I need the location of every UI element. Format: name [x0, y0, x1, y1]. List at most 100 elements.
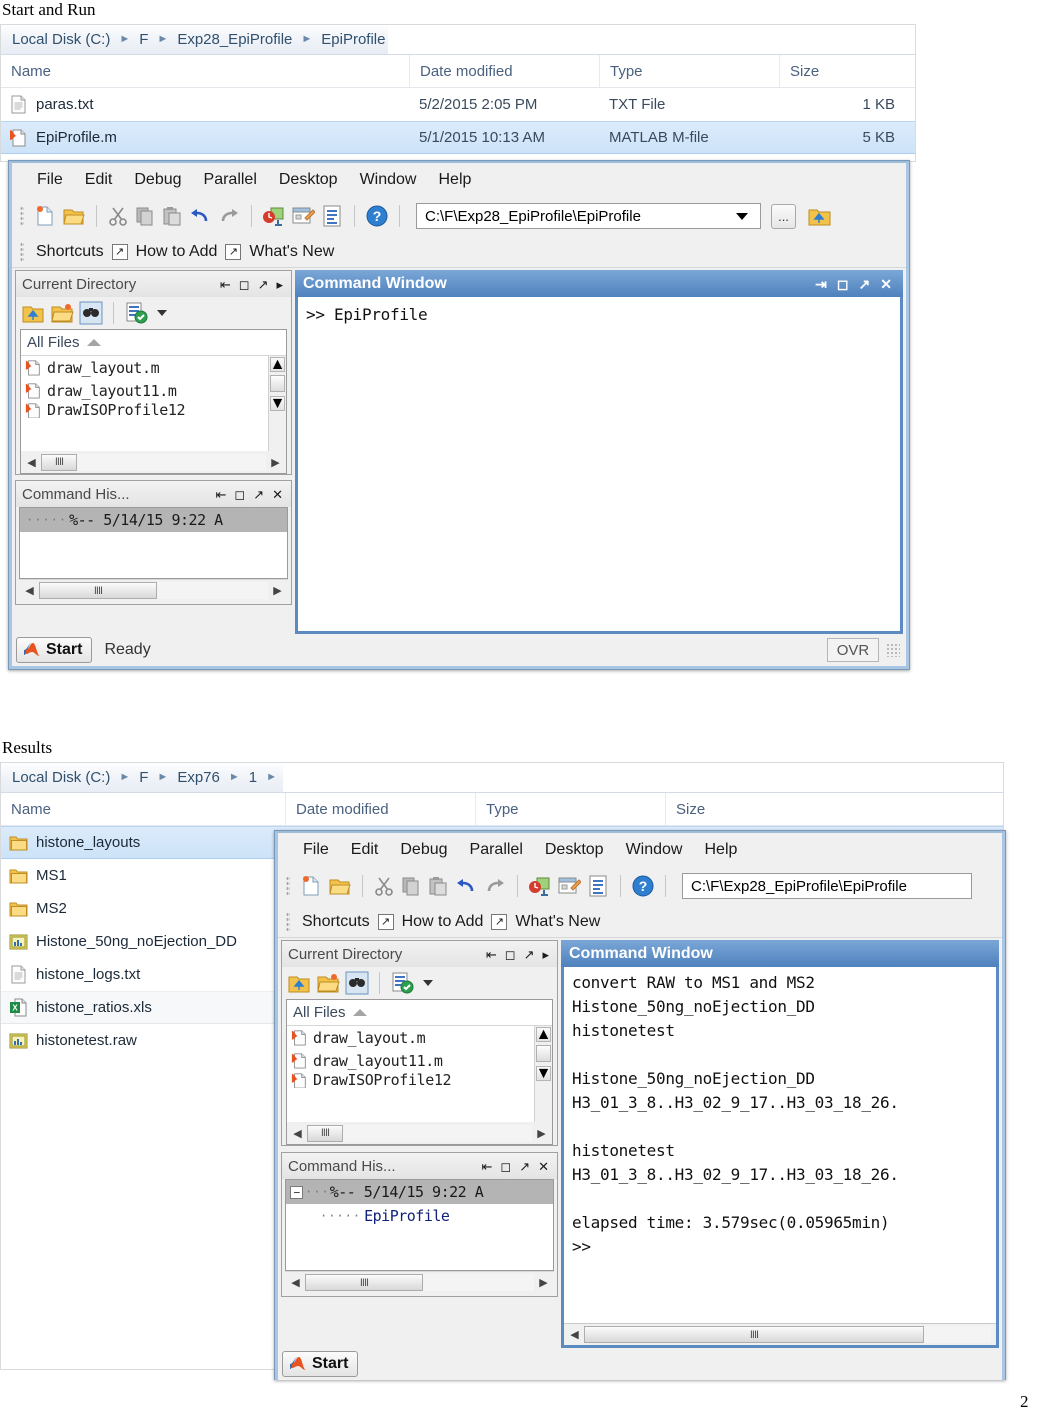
list-item[interactable]: draw_layout11.m [21, 379, 268, 402]
up-folder-icon[interactable] [807, 204, 832, 229]
command-window-output-1[interactable]: >> EpiProfile [298, 297, 900, 631]
menu-parallel[interactable]: Parallel [193, 171, 268, 189]
shortcuts-label[interactable]: Shortcuts [36, 243, 104, 261]
command-window-2[interactable]: convert RAW to MS1 and MS2 Histone_50ng_… [561, 967, 999, 1348]
scrollbar-thumb[interactable] [536, 1045, 551, 1062]
scrollbar-thumb[interactable]: IIII [41, 453, 77, 471]
simulink-icon[interactable] [262, 204, 286, 228]
simulink-icon[interactable] [528, 874, 552, 898]
horizontal-scrollbar[interactable]: ◀ IIII ▶ [287, 1122, 552, 1144]
open-folder-icon[interactable] [328, 874, 352, 898]
dock-icon[interactable]: ⇤ [211, 488, 230, 501]
breadcrumb-item[interactable]: 1 [246, 769, 260, 786]
column-header-date[interactable]: Date modified [285, 793, 475, 825]
dock-icon[interactable]: ⇤ [216, 278, 235, 291]
profiler-icon[interactable] [320, 204, 344, 228]
current-path-input[interactable]: C:\F\Exp28_EpiProfile\EpiProfile [416, 203, 761, 229]
scroll-left-button[interactable]: ◀ [288, 1276, 303, 1289]
vertical-scrollbar[interactable]: ▲ ▼ [268, 356, 286, 451]
dock-icon[interactable]: ⇤ [477, 1160, 496, 1173]
open-folder-icon[interactable] [62, 204, 86, 228]
chevron-down-icon[interactable] [736, 212, 748, 220]
current-directory-listbox-1[interactable]: All Files draw_layout.m draw_layout11.m … [20, 329, 287, 474]
scroll-right-button[interactable]: ▶ [536, 1276, 551, 1289]
scrollbar-track[interactable]: IIII [41, 453, 266, 471]
menu-debug[interactable]: Debug [123, 171, 192, 189]
validate-path-icon[interactable] [390, 971, 414, 995]
menu-parallel[interactable]: Parallel [459, 841, 534, 859]
dock-icon[interactable]: ⇥ [810, 277, 832, 291]
paste-icon[interactable] [427, 875, 449, 897]
list-item[interactable]: ····· EpiProfile [286, 1204, 553, 1228]
list-item[interactable]: DrawISOProfile12 [21, 402, 268, 418]
close-icon[interactable]: ✕ [534, 1160, 553, 1173]
start-button[interactable]: Start [16, 637, 93, 663]
command-window-output-2[interactable]: convert RAW to MS1 and MS2 Histone_50ng_… [564, 967, 996, 1323]
command-history-list-2[interactable]: − ··· %-- 5/14/15 9:22 A ····· EpiProfil… [285, 1179, 554, 1271]
menu-help[interactable]: Help [693, 841, 748, 859]
maximize-icon[interactable]: ◻ [230, 488, 249, 501]
column-header-type[interactable]: Type [599, 55, 779, 87]
paste-icon[interactable] [161, 205, 183, 227]
command-window-1[interactable]: >> EpiProfile [295, 297, 903, 634]
table-row[interactable]: EpiProfile.m 5/1/2015 10:13 AM MATLAB M-… [1, 121, 915, 154]
overflow-icon[interactable]: ▸ [272, 278, 287, 291]
new-folder-icon[interactable] [50, 301, 74, 325]
scroll-up-button[interactable]: ▲ [536, 1026, 552, 1043]
up-folder-icon[interactable] [287, 971, 311, 995]
current-path-input[interactable]: C:\F\Exp28_EpiProfile\EpiProfile [682, 873, 972, 899]
scroll-left-button[interactable]: ◀ [24, 456, 39, 469]
menu-file[interactable]: File [26, 171, 74, 189]
profiler-icon[interactable] [586, 874, 610, 898]
how-to-add-link[interactable]: How to Add [136, 243, 218, 261]
guide-icon[interactable] [557, 874, 581, 898]
whats-new-link[interactable]: What's New [249, 243, 334, 261]
undo-icon[interactable] [188, 204, 212, 228]
scrollbar-track[interactable]: IIII [305, 1274, 534, 1291]
current-directory-listbox-2[interactable]: All Files draw_layout.m draw_layout11.m … [286, 999, 553, 1145]
help-icon[interactable]: ? [365, 204, 389, 228]
toolbar-grip[interactable] [20, 241, 24, 262]
menu-edit[interactable]: Edit [74, 171, 124, 189]
redo-icon[interactable] [483, 874, 507, 898]
toolbar-grip[interactable] [286, 876, 290, 896]
overflow-icon[interactable]: ▸ [538, 948, 553, 961]
scrollbar-thumb[interactable]: IIII [307, 1124, 343, 1142]
scroll-left-button[interactable]: ◀ [290, 1127, 305, 1140]
scrollbar-track[interactable]: IIII [39, 582, 268, 599]
all-files-header[interactable]: All Files [21, 330, 286, 356]
scrollbar-thumb[interactable] [270, 375, 285, 392]
start-button[interactable]: Start [282, 1351, 359, 1377]
scrollbar-thumb[interactable]: IIII [584, 1326, 924, 1343]
horizontal-scrollbar[interactable]: ◀ IIII ▶ [285, 1271, 554, 1293]
breadcrumb-item[interactable]: Exp28_EpiProfile [174, 31, 295, 48]
breadcrumb-item[interactable]: F [136, 769, 151, 786]
menu-edit[interactable]: Edit [340, 841, 390, 859]
menu-desktop[interactable]: Desktop [534, 841, 615, 859]
breadcrumb-item[interactable]: Exp76 [174, 769, 223, 786]
list-item[interactable]: ····· %-- 5/14/15 9:22 A [20, 508, 287, 532]
scrollbar-track[interactable]: IIII [584, 1326, 991, 1343]
scroll-left-button[interactable]: ◀ [22, 584, 37, 597]
how-to-add-link[interactable]: How to Add [402, 913, 484, 931]
undock-icon[interactable]: ↗ [515, 1160, 534, 1173]
help-icon[interactable]: ? [631, 874, 655, 898]
command-history-list-1[interactable]: ····· %-- 5/14/15 9:22 A [19, 507, 288, 579]
up-folder-icon[interactable] [21, 301, 45, 325]
maximize-icon[interactable]: ◻ [832, 277, 854, 291]
scroll-right-button[interactable]: ▶ [534, 1127, 549, 1140]
undock-icon[interactable]: ↗ [249, 488, 268, 501]
overwrite-mode-indicator[interactable]: OVR [827, 638, 879, 662]
column-header-date[interactable]: Date modified [409, 55, 599, 87]
maximize-icon[interactable]: ◻ [501, 948, 520, 961]
scroll-down-button[interactable]: ▼ [536, 1065, 552, 1082]
undock-icon[interactable]: ↗ [254, 278, 273, 291]
cut-icon[interactable] [107, 205, 129, 227]
scrollbar-thumb[interactable]: IIII [39, 582, 157, 599]
scrollbar-track[interactable]: IIII [307, 1124, 532, 1142]
all-files-header[interactable]: All Files [287, 1000, 552, 1026]
scroll-down-button[interactable]: ▼ [270, 395, 286, 412]
validate-path-icon[interactable] [124, 301, 148, 325]
find-files-icon[interactable] [345, 971, 369, 995]
horizontal-scrollbar[interactable]: ◀ IIII ▶ [19, 579, 288, 601]
